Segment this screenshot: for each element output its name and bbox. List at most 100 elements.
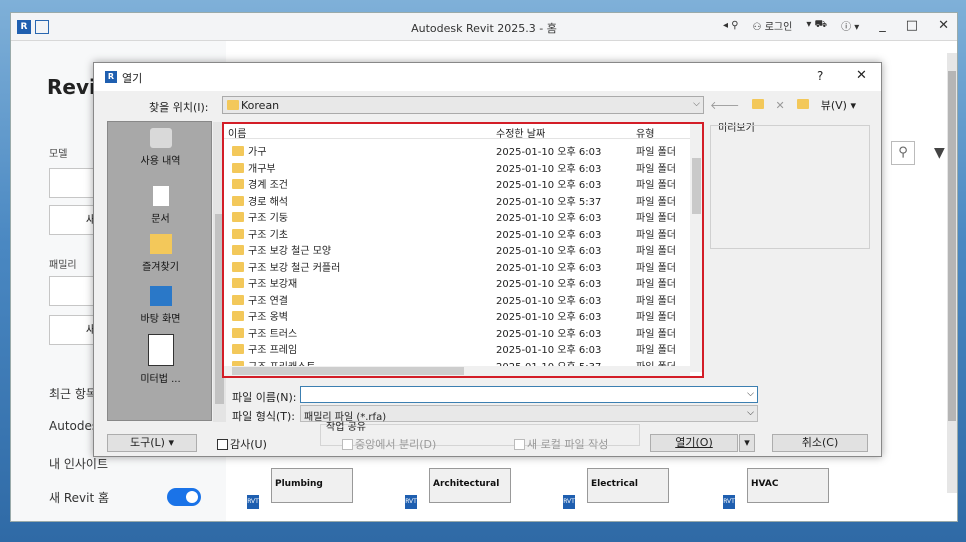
tile-architectural-label: Architectural — [433, 479, 500, 489]
new-home-toggle[interactable] — [167, 488, 201, 506]
section-family: 패밀리 — [49, 260, 77, 271]
close-button[interactable]: ✕ — [938, 18, 949, 33]
file-type: 파일 폴더 — [636, 328, 676, 340]
file-row[interactable]: 구조 기둥 2025-01-10 오후 6:03 파일 폴더 — [224, 207, 694, 224]
place-documents[interactable]: 문서 — [108, 186, 213, 225]
place-history[interactable]: 사용 내역 — [108, 128, 213, 167]
tools-button[interactable]: 도구(L) ▾ — [107, 434, 197, 452]
folder-icon — [232, 327, 244, 338]
dialog-close-button[interactable]: ✕ — [856, 68, 867, 83]
file-type: 파일 폴더 — [636, 262, 676, 274]
document-icon — [152, 186, 169, 206]
file-type: 파일 폴더 — [636, 196, 676, 208]
desktop-icon — [149, 286, 172, 306]
lookin-value: Korean — [241, 99, 280, 112]
maximize-button[interactable]: □ — [906, 18, 918, 33]
back-arrow-icon[interactable]: 🡐 — [710, 98, 740, 112]
file-row[interactable]: 구조 보강 철근 커플러 2025-01-10 오후 6:03 파일 폴더 — [224, 257, 694, 274]
column-name[interactable]: 이름 — [228, 125, 246, 140]
file-name: 구조 보강 철근 커플러 — [232, 259, 340, 274]
favorites-folder-icon — [149, 234, 172, 254]
file-name: 구조 연결 — [232, 292, 288, 307]
dialog-titlebar: R 열기 ? ✕ — [94, 63, 881, 91]
file-row[interactable]: 구조 보강 철근 모양 2025-01-10 오후 6:03 파일 폴더 — [224, 240, 694, 257]
folder-icon — [232, 212, 244, 222]
place-label: 미터법 ... — [140, 374, 181, 385]
chevron-down-icon: ⌵ — [693, 99, 700, 109]
login-button[interactable]: ⚇ 로그인 — [753, 18, 793, 33]
file-date: 2025-01-10 오후 6:03 — [496, 279, 602, 290]
filetype-select[interactable]: 패밀리 파일 (*.rfa) ⌵ — [300, 405, 758, 423]
cancel-button[interactable]: 취소(C) — [772, 434, 868, 452]
place-desktop[interactable]: 바탕 화면 — [108, 286, 213, 325]
file-row[interactable]: 경로 해석 2025-01-10 오후 5:37 파일 폴더 — [224, 191, 694, 208]
help-icon[interactable]: ⓘ ▾ — [841, 18, 859, 33]
rvt-file-icon: RVT — [563, 495, 575, 509]
search-icon[interactable]: ⚲ — [891, 141, 915, 165]
binoculars-icon[interactable]: ◂ ⚲ — [723, 20, 739, 31]
dialog-help-button[interactable]: ? — [817, 69, 823, 83]
file-name: 구조 기둥 — [232, 209, 288, 224]
detach-label: 중앙에서 분리(D) — [355, 438, 437, 451]
rvt-file-icon: RVT — [723, 495, 735, 509]
chevron-down-icon: ⌵ — [747, 408, 754, 418]
up-folder-icon[interactable] — [751, 98, 764, 112]
new-folder-icon[interactable] — [796, 98, 809, 112]
file-type: 파일 폴더 — [636, 180, 676, 191]
new-local-checkbox[interactable]: 새 로컬 파일 작성 — [514, 436, 608, 452]
filetype-label: 파일 형식(T): — [232, 410, 295, 423]
home-scrollbar[interactable] — [947, 53, 957, 493]
nav-insights[interactable]: 내 인사이트 — [49, 455, 108, 472]
views-label: 뷰(V) — [820, 99, 847, 112]
column-type[interactable]: 유형 — [636, 125, 654, 140]
open-label: 열기(O) — [675, 436, 713, 449]
file-date: 2025-01-10 오후 6:03 — [496, 312, 602, 323]
minimize-button[interactable]: _ — [879, 18, 886, 33]
nav-recent[interactable]: 최근 항목 — [49, 385, 97, 402]
open-button[interactable]: 열기(O) — [650, 434, 738, 452]
file-type: 파일 폴더 — [636, 213, 676, 224]
file-date: 2025-01-10 오후 6:03 — [496, 229, 602, 241]
file-date: 2025-01-10 오후 6:03 — [496, 345, 602, 356]
place-favorites[interactable]: 즐겨찾기 — [108, 234, 213, 273]
tools-label: 도구(L) — [130, 436, 165, 449]
file-date: 2025-01-10 오후 6:03 — [496, 295, 602, 307]
file-row[interactable]: 구조 옹벽 2025-01-10 오후 6:03 파일 폴더 — [224, 306, 694, 323]
file-name: 가구 — [232, 143, 266, 158]
folder-icon — [232, 344, 244, 354]
file-row[interactable]: 개구부 2025-01-10 오후 6:03 파일 폴더 — [224, 158, 694, 175]
filter-icon[interactable]: ▼ — [934, 145, 945, 161]
worksharing-label: 작업 공유 — [326, 422, 366, 433]
folder-icon — [147, 334, 174, 366]
file-row[interactable]: 경계 조건 2025-01-10 오후 6:03 파일 폴더 — [224, 174, 694, 191]
filename-input[interactable]: ⌵ — [300, 386, 758, 403]
place-label: 문서 — [151, 214, 170, 225]
tile-electrical-label: Electrical — [591, 479, 638, 489]
file-name: 구조 보강 철근 모양 — [232, 242, 331, 257]
list-scrollbar[interactable] — [690, 124, 702, 372]
file-name: 구조 기초 — [232, 226, 288, 241]
file-date: 2025-01-10 오후 5:37 — [496, 196, 602, 208]
audit-checkbox[interactable]: 감사(U) — [217, 436, 267, 452]
cart-icon[interactable]: ▾ ⛟ — [806, 19, 827, 32]
open-dropdown-button[interactable]: ▾ — [739, 434, 755, 452]
place-label: 사용 내역 — [140, 156, 181, 167]
file-row[interactable]: 구조 연결 2025-01-10 오후 6:03 파일 폴더 — [224, 290, 694, 307]
folder-icon — [232, 294, 244, 305]
tile-hvac-label: HVAC — [751, 479, 779, 489]
list-header: 이름 수정한 날짜 유형 — [224, 124, 702, 140]
views-menu-button[interactable]: 뷰(V) ▾ — [821, 97, 856, 113]
column-date[interactable]: 수정한 날짜 — [496, 125, 545, 140]
chevron-down-icon[interactable]: ⌵ — [747, 389, 754, 399]
list-hscrollbar[interactable] — [224, 366, 690, 376]
file-row[interactable]: 구조 기초 2025-01-10 오후 6:03 파일 폴더 — [224, 224, 694, 241]
file-row[interactable]: 구조 보강재 2025-01-10 오후 6:03 파일 폴더 — [224, 273, 694, 290]
place-metric[interactable]: 미터법 ... — [108, 334, 213, 385]
file-row[interactable]: 가구 2025-01-10 오후 6:03 파일 폴더 — [224, 141, 694, 158]
delete-icon[interactable]: ✕ — [776, 99, 785, 112]
lookin-label: 찾을 위치(I): — [149, 101, 209, 114]
file-row[interactable]: 구조 트러스 2025-01-10 오후 6:03 파일 폴더 — [224, 323, 694, 340]
detach-checkbox[interactable]: 중앙에서 분리(D) — [342, 436, 436, 452]
lookin-dropdown[interactable]: Korean ⌵ — [222, 96, 704, 114]
file-row[interactable]: 구조 프레임 2025-01-10 오후 6:03 파일 폴더 — [224, 339, 694, 356]
